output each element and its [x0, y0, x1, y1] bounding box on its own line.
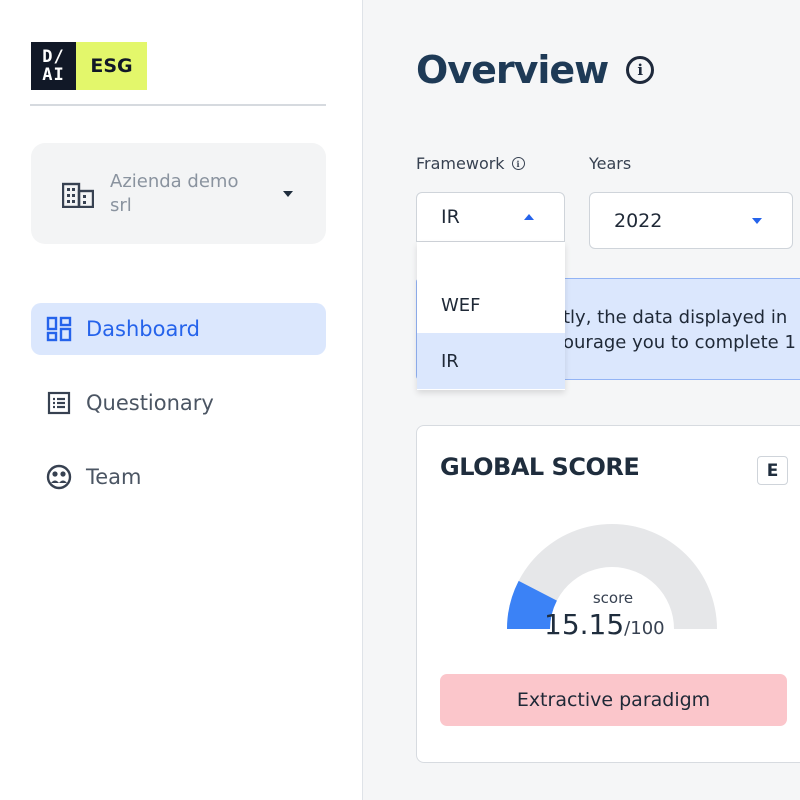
- chevron-up-icon: [524, 214, 534, 220]
- framework-select[interactable]: IR: [416, 192, 565, 242]
- dropdown-option-wef[interactable]: WEF: [417, 277, 565, 333]
- dashboard-icon: [45, 315, 73, 343]
- main-content: Overview i Framework i Years tly, the da…: [364, 0, 800, 800]
- sidebar-item-label: Questionary: [86, 391, 214, 415]
- app-logo[interactable]: D/ AI ESG: [31, 42, 147, 90]
- company-name: Azienda demo srl: [110, 170, 239, 216]
- score-max: /100: [624, 618, 665, 639]
- logo-product: ESG: [76, 42, 147, 90]
- chevron-down-icon: [752, 217, 762, 224]
- alert-line: tly, the data displayed in: [563, 307, 788, 328]
- score-label: score: [592, 589, 634, 607]
- score-number: 15.15: [544, 608, 625, 641]
- sidebar-nav: Dashboard Questionary Team: [31, 303, 326, 525]
- info-icon[interactable]: i: [511, 157, 525, 170]
- logo-mark: D/ AI: [31, 42, 76, 90]
- framework-select-value: IR: [441, 206, 460, 228]
- score-value: 15.15/100: [544, 608, 665, 641]
- sidebar-item-label: Dashboard: [86, 317, 200, 341]
- alert-text: tly, the data displayed in ourage you to…: [563, 305, 796, 355]
- sidebar-item-dashboard[interactable]: Dashboard: [31, 303, 326, 355]
- framework-label-text: Framework: [416, 154, 505, 173]
- card-title: GLOBAL SCORE: [440, 453, 640, 481]
- sidebar: D/ AI ESG Azienda demo srl Dashboard Que…: [0, 0, 363, 800]
- page-header: Overview i: [416, 48, 655, 92]
- grade-badge: E: [757, 456, 788, 485]
- global-score-card: GLOBAL SCORE E score 15.15/100 Extractiv…: [416, 425, 800, 763]
- sidebar-item-label: Team: [86, 465, 142, 489]
- building-icon: [61, 179, 95, 209]
- company-selector[interactable]: Azienda demo srl: [31, 143, 326, 244]
- sidebar-item-questionary[interactable]: Questionary: [31, 377, 326, 429]
- years-select[interactable]: 2022: [589, 192, 793, 249]
- logo-mark-top: D/: [42, 47, 65, 67]
- chevron-down-icon: [283, 190, 293, 197]
- team-icon: [45, 463, 73, 491]
- dropdown-option-ir[interactable]: IR: [417, 333, 565, 389]
- divider: [30, 104, 326, 106]
- framework-label: Framework i: [416, 154, 525, 173]
- years-select-value: 2022: [614, 209, 663, 232]
- sidebar-item-team[interactable]: Team: [31, 451, 326, 503]
- page-title: Overview: [416, 48, 609, 92]
- info-icon[interactable]: i: [626, 56, 655, 84]
- framework-dropdown-menu: WEF IR: [417, 242, 565, 390]
- logo-mark-bottom: AI: [42, 65, 65, 85]
- list-icon: [45, 389, 73, 417]
- status-badge: Extractive paradigm: [440, 674, 787, 726]
- alert-line: ourage you to complete 1: [563, 332, 796, 353]
- years-label: Years: [589, 154, 632, 173]
